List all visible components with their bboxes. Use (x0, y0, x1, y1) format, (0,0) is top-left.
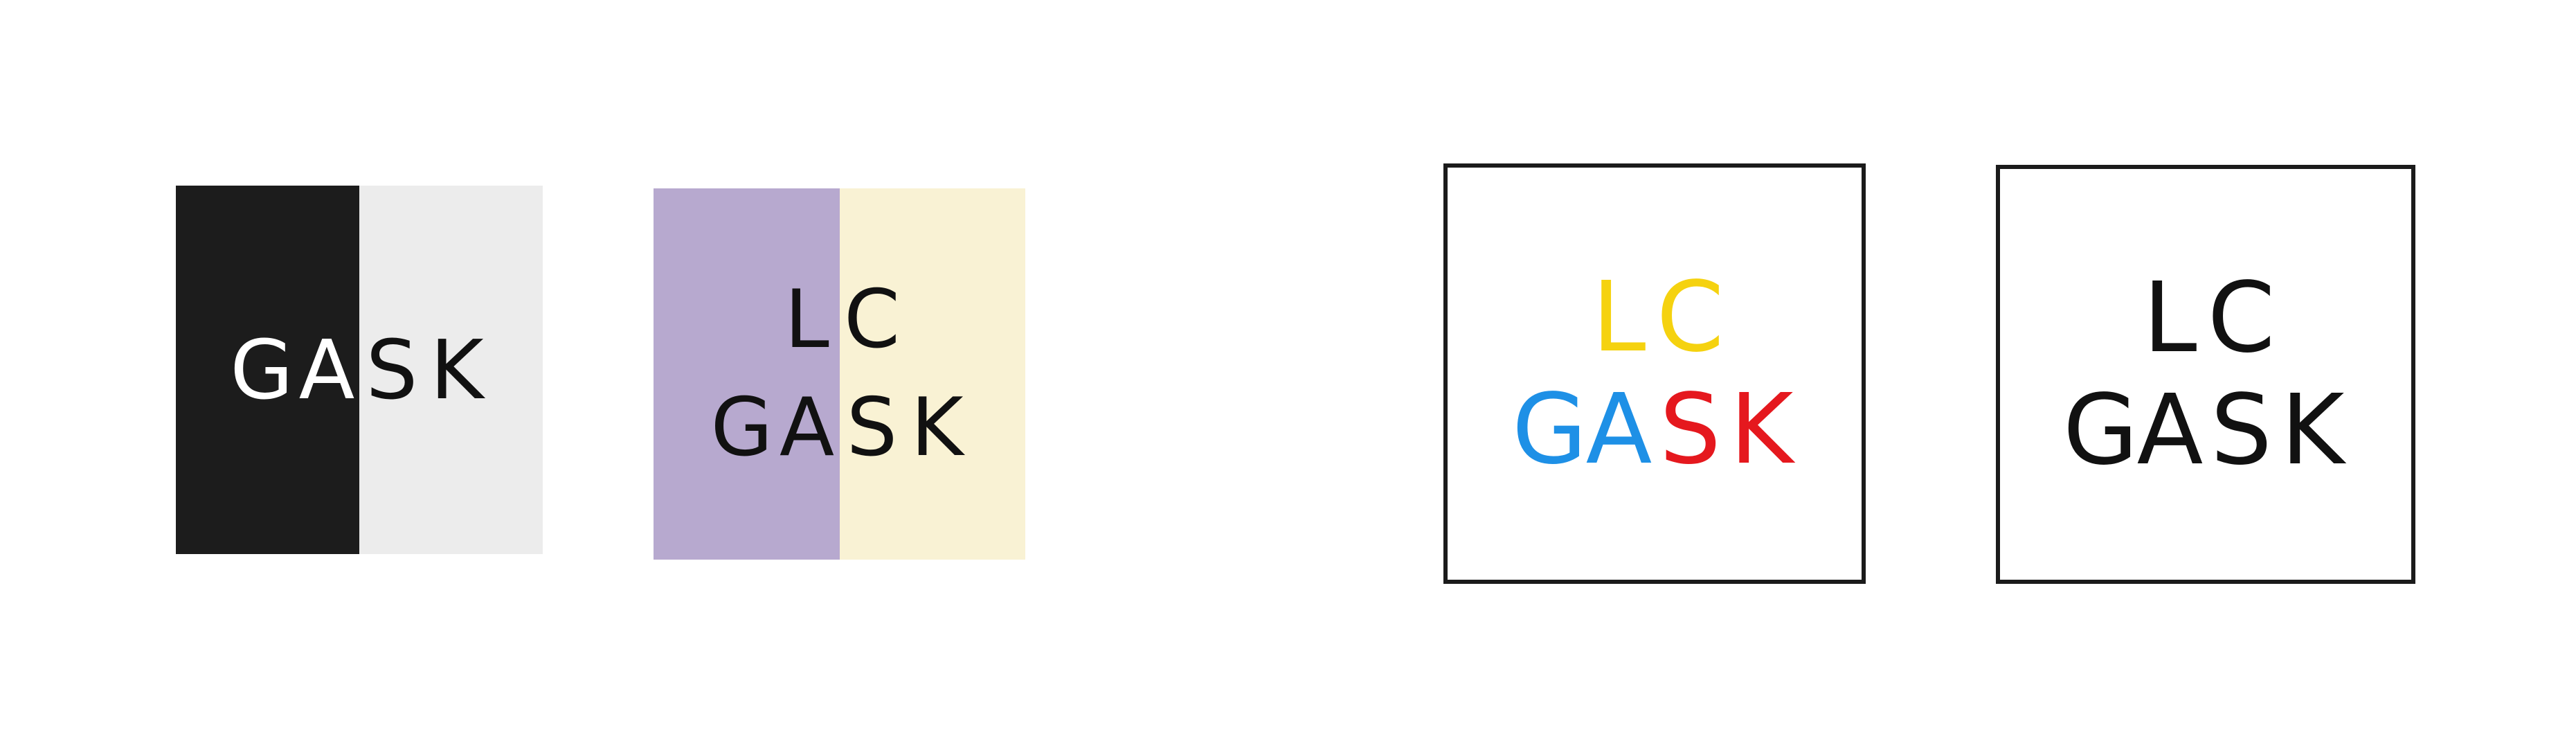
logo-wordmark: L C G A S K (2000, 169, 2411, 580)
letter-g: G (230, 322, 294, 418)
letter-c: C (1656, 260, 1724, 374)
letter-s: S (1659, 373, 1721, 486)
letter-l: L (784, 273, 829, 366)
letter-k: K (910, 381, 964, 474)
letter-l: L (2143, 261, 2197, 375)
logo-lcgask-color: L C G A S K (1443, 163, 1866, 584)
logo-wordmark: L C G A S K (1448, 168, 1862, 580)
letter-a: A (1585, 373, 1652, 486)
letter-c: C (2207, 261, 2276, 375)
letter-k: K (1729, 373, 1794, 486)
letter-g: G (710, 381, 773, 474)
logo-wordmark: L C G A S K (654, 188, 1025, 560)
wordmark-line-lc: L C (775, 280, 905, 360)
logo-wordmark: G A S K (176, 186, 543, 554)
letter-g: G (1512, 373, 1587, 486)
letter-l: L (1592, 260, 1646, 374)
wordmark-line-gask: G A S K (710, 388, 970, 468)
logo-gask-black-grey: G A S K (176, 186, 543, 554)
letter-k: K (430, 322, 484, 418)
letter-a: A (298, 322, 355, 418)
letter-s: S (846, 381, 898, 474)
letter-k: K (2280, 373, 2345, 487)
letter-g: G (2063, 373, 2138, 487)
letter-c: C (844, 273, 900, 366)
wordmark-line-gask: G A S K (2063, 382, 2348, 479)
wordmark-line-lc: L C (1583, 269, 1726, 366)
letter-s: S (366, 322, 418, 418)
letter-s: S (2210, 373, 2272, 487)
letter-a: A (2136, 373, 2204, 487)
wordmark-line-gask: G A S K (1512, 373, 1797, 486)
logo-lcgask-lavender-cream: L C G A S K (654, 188, 1025, 560)
logo-lcgask-black: L C G A S K (1996, 165, 2415, 584)
wordmark-line-lc: L C (2134, 261, 2277, 375)
wordmark-line-gask: G A S K (229, 329, 489, 411)
letter-a: A (779, 381, 835, 474)
